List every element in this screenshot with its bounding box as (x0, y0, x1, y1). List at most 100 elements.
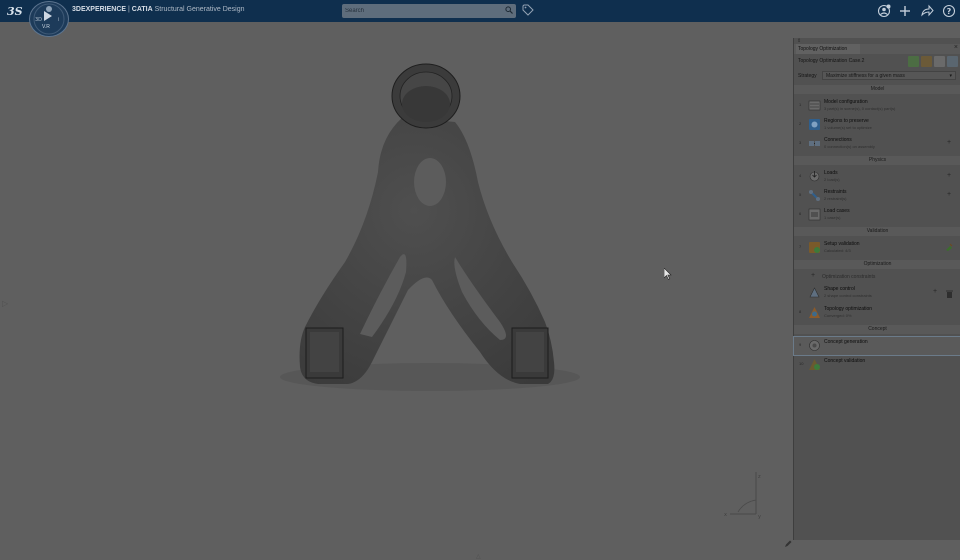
search-box[interactable] (342, 4, 516, 18)
section-optimization: Optimization (794, 260, 960, 269)
concept-generation-icon (809, 340, 820, 351)
module-label: Structural Generative Design (152, 6, 245, 13)
step-title: Model configuration (824, 99, 868, 105)
step-number: 2 (799, 121, 802, 126)
delete-icon[interactable] (946, 290, 953, 298)
table-view-icon[interactable] (934, 56, 945, 67)
restraints-icon (809, 190, 820, 201)
step-number: 10 (799, 361, 804, 366)
step-topology-optimization[interactable]: 8 Topology optimization Converged: 0% (794, 304, 960, 322)
add-connection-icon[interactable]: + (947, 139, 951, 146)
section-physics: Physics (794, 156, 960, 165)
mouse-cursor-icon (664, 268, 672, 280)
step-number: 7 (799, 244, 802, 249)
help-icon[interactable]: ? (942, 4, 956, 18)
step-number: 8 (799, 309, 802, 314)
step-load-cases[interactable]: 6 Load cases 1 case(s) (794, 206, 960, 224)
step-title: Shape control (824, 286, 855, 292)
step-title: Regions to preserve (824, 118, 869, 124)
step-number: 6 (799, 211, 802, 216)
step-title: Restraints (824, 189, 847, 195)
step-title: Topology optimization (824, 306, 873, 312)
step-model-configuration[interactable]: 1 Model configuration 3 part(s) in scene… (794, 97, 960, 115)
topology-optimization-panel: ⇕ Topology Optimization × Topology Optim… (793, 38, 960, 540)
section-model: Model (794, 85, 960, 94)
topology-optimization-icon (809, 307, 820, 318)
step-concept-validation[interactable]: 10 Concept validation (794, 356, 960, 374)
search-icon[interactable] (505, 6, 513, 14)
brand-label: 3DEXPERIENCE (72, 6, 127, 13)
svg-text:3D: 3D (35, 17, 42, 23)
compass-button[interactable]: 3D i V.R (29, 1, 69, 37)
strategy-label: Strategy (798, 73, 817, 79)
optimization-constraints-row[interactable]: + Optimization constraints (794, 272, 960, 282)
step-setup-validation[interactable]: 7 Setup validation Calculated: 4/3 (794, 239, 960, 257)
loads-icon (809, 171, 820, 182)
search-input[interactable] (345, 5, 495, 17)
model-view-icon[interactable] (908, 56, 919, 67)
step-subtitle: Calculated: 4/3 (824, 248, 851, 253)
share-icon[interactable] (920, 4, 934, 18)
axis-x-label: x (724, 512, 727, 518)
step-restraints[interactable]: 5 Restraints 2 restraint(s) + (794, 187, 960, 205)
step-subtitle: 2 restraint(s) (824, 196, 847, 201)
step-subtitle: 0 connection(s) on assembly (824, 144, 875, 149)
step-loads[interactable]: 4 Loads 2 load(s) + (794, 168, 960, 186)
dassault-logo-icon[interactable]: 3S (6, 3, 24, 19)
axis-z-label: z (758, 474, 761, 480)
axis-triad-icon: x y z (724, 472, 761, 520)
step-number: 5 (799, 192, 802, 197)
strategy-value: Maximize stiffness for a given mass (826, 73, 905, 79)
user-profile-icon[interactable] (877, 4, 891, 18)
step-shape-control[interactable]: Shape control 2 shape control constraint… (794, 284, 960, 302)
tab-topology-optimization[interactable]: Topology Optimization (796, 44, 860, 54)
add-icon[interactable] (898, 4, 912, 18)
connections-icon (809, 141, 820, 146)
play-icon[interactable] (44, 11, 52, 21)
run-validation-icon[interactable] (945, 243, 953, 251)
case-toolbar (908, 56, 958, 67)
case-name[interactable]: Topology Optimization Case.2 (798, 58, 864, 64)
product-label: CATIA (131, 6, 153, 13)
step-regions-to-preserve[interactable]: 2 Regions to preserve 1 volume(s) set to… (794, 116, 960, 134)
step-connections[interactable]: 3 Connections 0 connection(s) on assembl… (794, 135, 960, 153)
step-number: 3 (799, 140, 802, 145)
concept-validation-icon (809, 359, 820, 370)
optimized-bracket-part[interactable] (0, 22, 792, 540)
add-constraint-icon[interactable]: + (811, 272, 815, 279)
step-number: 9 (799, 342, 802, 347)
compass-label: V.R (42, 24, 50, 30)
regions-to-preserve-icon (809, 119, 820, 130)
tag-icon[interactable] (522, 4, 534, 16)
results-view-icon[interactable] (921, 56, 932, 67)
top-bar: 3S 3DEXPERIENCE | CATIA Structural Gener… (0, 0, 960, 22)
case-row: Topology Optimization Case.2 (794, 56, 960, 68)
step-title: Connections (824, 137, 852, 143)
shape-control-icon (809, 287, 820, 298)
3d-viewport[interactable]: ▷ x y z △ (0, 22, 792, 560)
add-load-icon[interactable]: + (947, 172, 951, 179)
step-number: 1 (799, 102, 802, 107)
step-number: 4 (799, 173, 802, 178)
strategy-dropdown[interactable]: Maximize stiffness for a given mass ▾ (822, 71, 956, 80)
step-subtitle: 1 volume(s) set to optimize (824, 125, 872, 130)
step-title: Loads (824, 170, 838, 176)
bottom-toolbar-toggle-icon[interactable]: △ (476, 553, 484, 560)
step-concept-generation[interactable]: 9 Concept generation (793, 336, 960, 356)
close-icon[interactable]: × (954, 44, 958, 51)
step-title: Concept validation (824, 358, 866, 364)
section-validation: Validation (794, 227, 960, 236)
add-shape-control-icon[interactable]: + (933, 288, 937, 295)
pencil-icon[interactable] (784, 540, 792, 548)
load-cases-icon (808, 208, 821, 221)
step-subtitle: 3 part(s) in scene(s), 0 contact(s) part… (824, 106, 896, 111)
step-subtitle: 2 shape control constraints (824, 293, 872, 298)
setup-validation-icon (809, 242, 820, 253)
app-title: 3DEXPERIENCE | CATIA Structural Generati… (72, 6, 245, 13)
add-restraint-icon[interactable]: + (947, 191, 951, 198)
report-icon[interactable] (947, 56, 958, 67)
axis-y-label: y (758, 514, 761, 520)
optimization-constraints-label: Optimization constraints (822, 274, 876, 280)
step-title: Concept generation (824, 339, 868, 345)
step-title: Setup validation (824, 241, 860, 247)
